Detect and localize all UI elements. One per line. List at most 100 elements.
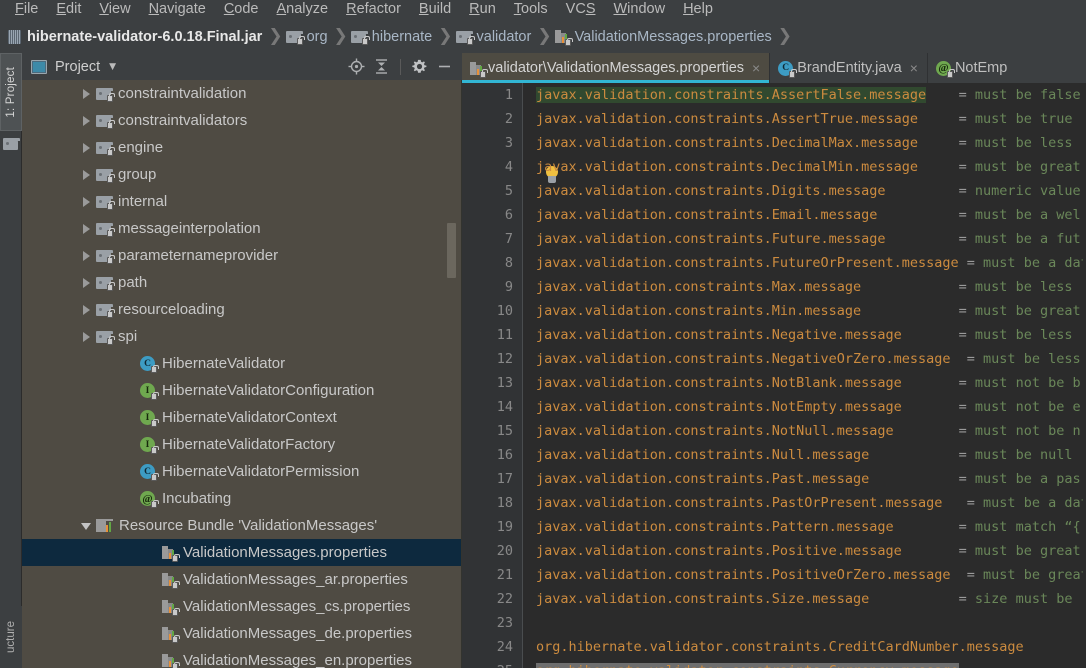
list-item[interactable]: spi [22, 323, 462, 350]
chevron-down-icon[interactable] [80, 519, 93, 532]
menu-item-build[interactable]: Build [410, 0, 460, 20]
list-item-label: messageinterpolation [118, 220, 261, 237]
chevron-right-icon[interactable] [80, 141, 93, 154]
code-line[interactable]: javax.validation.constraints.PastOrPrese… [524, 491, 1086, 515]
project-panel-scrollbar[interactable] [447, 223, 456, 278]
list-item[interactable]: ValidationMessages_en.properties [22, 647, 462, 668]
menu-item-file[interactable]: File [6, 0, 47, 20]
breadcrumb-item-2[interactable]: hibernate ❯ [350, 26, 456, 46]
code-line[interactable]: javax.validation.constraints.Pattern.mes… [524, 515, 1086, 539]
menu-item-window[interactable]: Window [604, 0, 674, 20]
list-item[interactable]: engine [22, 134, 462, 161]
chevron-down-icon[interactable]: ▼ [109, 62, 116, 72]
code-line[interactable]: javax.validation.constraints.AssertTrue.… [524, 107, 1086, 131]
chevron-right-icon[interactable] [80, 168, 93, 181]
menu-item-edit[interactable]: Edit [47, 0, 90, 20]
list-item[interactable]: ValidationMessages_cs.properties [22, 593, 462, 620]
list-item[interactable]: parameternameprovider [22, 242, 462, 269]
menu-item-view[interactable]: View [90, 0, 139, 20]
tab-validator-validationmessages-properties[interactable]: validator\ValidationMessages.properties × [462, 53, 770, 83]
code-line[interactable]: javax.validation.constraints.Digits.mess… [524, 179, 1086, 203]
list-item[interactable]: C HibernateValidator [22, 350, 462, 377]
code-line[interactable]: javax.validation.constraints.NotNull.mes… [524, 419, 1086, 443]
menu-item-run[interactable]: Run [460, 0, 505, 20]
list-item[interactable]: ValidationMessages_ar.properties [22, 566, 462, 593]
list-item[interactable]: C HibernateValidatorPermission [22, 458, 462, 485]
list-item[interactable]: @ Incubating [22, 485, 462, 512]
menu-item-tools[interactable]: Tools [505, 0, 557, 20]
code-line[interactable]: javax.validation.constraints.Max.message… [524, 275, 1086, 299]
chevron-right-icon: ❯ [438, 26, 453, 46]
list-item[interactable]: ValidationMessages.properties [22, 539, 462, 566]
code-line[interactable]: javax.validation.constraints.AssertFalse… [524, 83, 1086, 107]
list-item[interactable]: messageinterpolation [22, 215, 462, 242]
code-line[interactable]: javax.validation.constraints.Null.messag… [524, 443, 1086, 467]
tab-brandentity-java[interactable]: C BrandEntity.java × [770, 53, 927, 83]
code-line[interactable]: javax.validation.constraints.NotBlank.me… [524, 371, 1086, 395]
chevron-right-icon[interactable] [80, 276, 93, 289]
menu-item-help[interactable]: Help [674, 0, 722, 20]
code-line[interactable]: javax.validation.constraints.Positive.me… [524, 539, 1086, 563]
breadcrumb-item-0[interactable]: hibernate-validator-6.0.18.Final.jar ❯ [8, 28, 286, 45]
editor-gutter[interactable]: 1234567891011121314151617181920212223242… [462, 83, 523, 668]
code-line[interactable]: javax.validation.constraints.DecimalMin.… [524, 155, 1086, 179]
code-line[interactable]: javax.validation.constraints.Email.messa… [524, 203, 1086, 227]
list-item[interactable]: constraintvalidation [22, 80, 462, 107]
chevron-right-icon[interactable] [80, 222, 93, 235]
code-line[interactable]: javax.validation.constraints.PositiveOrZ… [524, 563, 1086, 587]
close-icon[interactable]: × [752, 61, 760, 75]
chevron-right-icon[interactable] [80, 195, 93, 208]
sidebar-item-project[interactable]: 1: Project [0, 53, 22, 131]
menu-item-code[interactable]: Code [215, 0, 268, 20]
code-content[interactable]: javax.validation.constraints.AssertFalse… [524, 83, 1086, 668]
chevron-right-icon[interactable] [80, 330, 93, 343]
list-item[interactable]: path [22, 269, 462, 296]
minimize-icon[interactable] [433, 55, 456, 78]
code-line[interactable]: javax.validation.constraints.FutureOrPre… [524, 251, 1086, 275]
breadcrumb: hibernate-validator-6.0.18.Final.jar ❯ org… [0, 20, 1086, 53]
chevron-right-icon[interactable] [80, 87, 93, 100]
code-line[interactable]: javax.validation.constraints.NotEmpty.me… [524, 395, 1086, 419]
list-item[interactable]: I HibernateValidatorFactory [22, 431, 462, 458]
chevron-right-icon[interactable] [80, 249, 93, 262]
breadcrumb-item-3[interactable]: validator ❯ [455, 28, 555, 45]
list-item[interactable]: resourceloading [22, 296, 462, 323]
equals-sign: = [958, 183, 967, 199]
breadcrumb-label: ValidationMessages.properties [574, 28, 772, 45]
code-line[interactable]: javax.validation.constraints.Past.messag… [524, 467, 1086, 491]
code-line[interactable]: javax.validation.constraints.Future.mess… [524, 227, 1086, 251]
gear-icon[interactable] [408, 55, 431, 78]
chevron-right-icon[interactable] [80, 114, 93, 127]
menu-item-refactor[interactable]: Refactor [337, 0, 410, 20]
code-line[interactable]: javax.validation.constraints.Size.messag… [524, 587, 1086, 611]
collapse-all-icon[interactable] [370, 55, 393, 78]
list-item[interactable]: Resource Bundle 'ValidationMessages' [22, 512, 462, 539]
breadcrumb-item-4[interactable]: ValidationMessages.properties ❯ [554, 28, 795, 46]
chevron-right-icon[interactable] [80, 303, 93, 316]
menu-item-analyze[interactable]: Analyze [268, 0, 338, 20]
menu-item-vcs[interactable]: VCS [557, 0, 605, 20]
locate-icon[interactable] [345, 55, 368, 78]
code-line[interactable]: org.hibernate.validator.constraints.Curr… [524, 659, 1086, 668]
line-number: 16 [496, 447, 513, 463]
properties-file-icon [554, 29, 573, 46]
code-line[interactable]: org.hibernate.validator.constraints.Cred… [524, 635, 1086, 659]
list-item[interactable]: I HibernateValidatorContext [22, 404, 462, 431]
list-item[interactable]: internal [22, 188, 462, 215]
code-line[interactable]: javax.validation.constraints.NegativeOrZ… [524, 347, 1086, 371]
tab-notemp[interactable]: @ NotEmp [928, 53, 1016, 83]
code-line[interactable]: javax.validation.constraints.DecimalMax.… [524, 131, 1086, 155]
code-line[interactable]: javax.validation.constraints.Negative.me… [524, 323, 1086, 347]
project-tree[interactable]: constraintvalidation constraintvalidators… [22, 80, 462, 668]
property-value: numeric value [966, 183, 1081, 199]
close-icon[interactable]: × [910, 61, 918, 75]
breadcrumb-item-1[interactable]: org ❯ [285, 28, 351, 45]
list-item[interactable]: group [22, 161, 462, 188]
code-line[interactable] [524, 611, 1086, 635]
list-item[interactable]: I HibernateValidatorConfiguration [22, 377, 462, 404]
list-item[interactable]: ValidationMessages_de.properties [22, 620, 462, 647]
list-item[interactable]: constraintvalidators [22, 107, 462, 134]
sidebar-item-structure[interactable]: ucture [0, 606, 22, 668]
code-line[interactable]: javax.validation.constraints.Min.message… [524, 299, 1086, 323]
menu-item-navigate[interactable]: Navigate [140, 0, 215, 20]
